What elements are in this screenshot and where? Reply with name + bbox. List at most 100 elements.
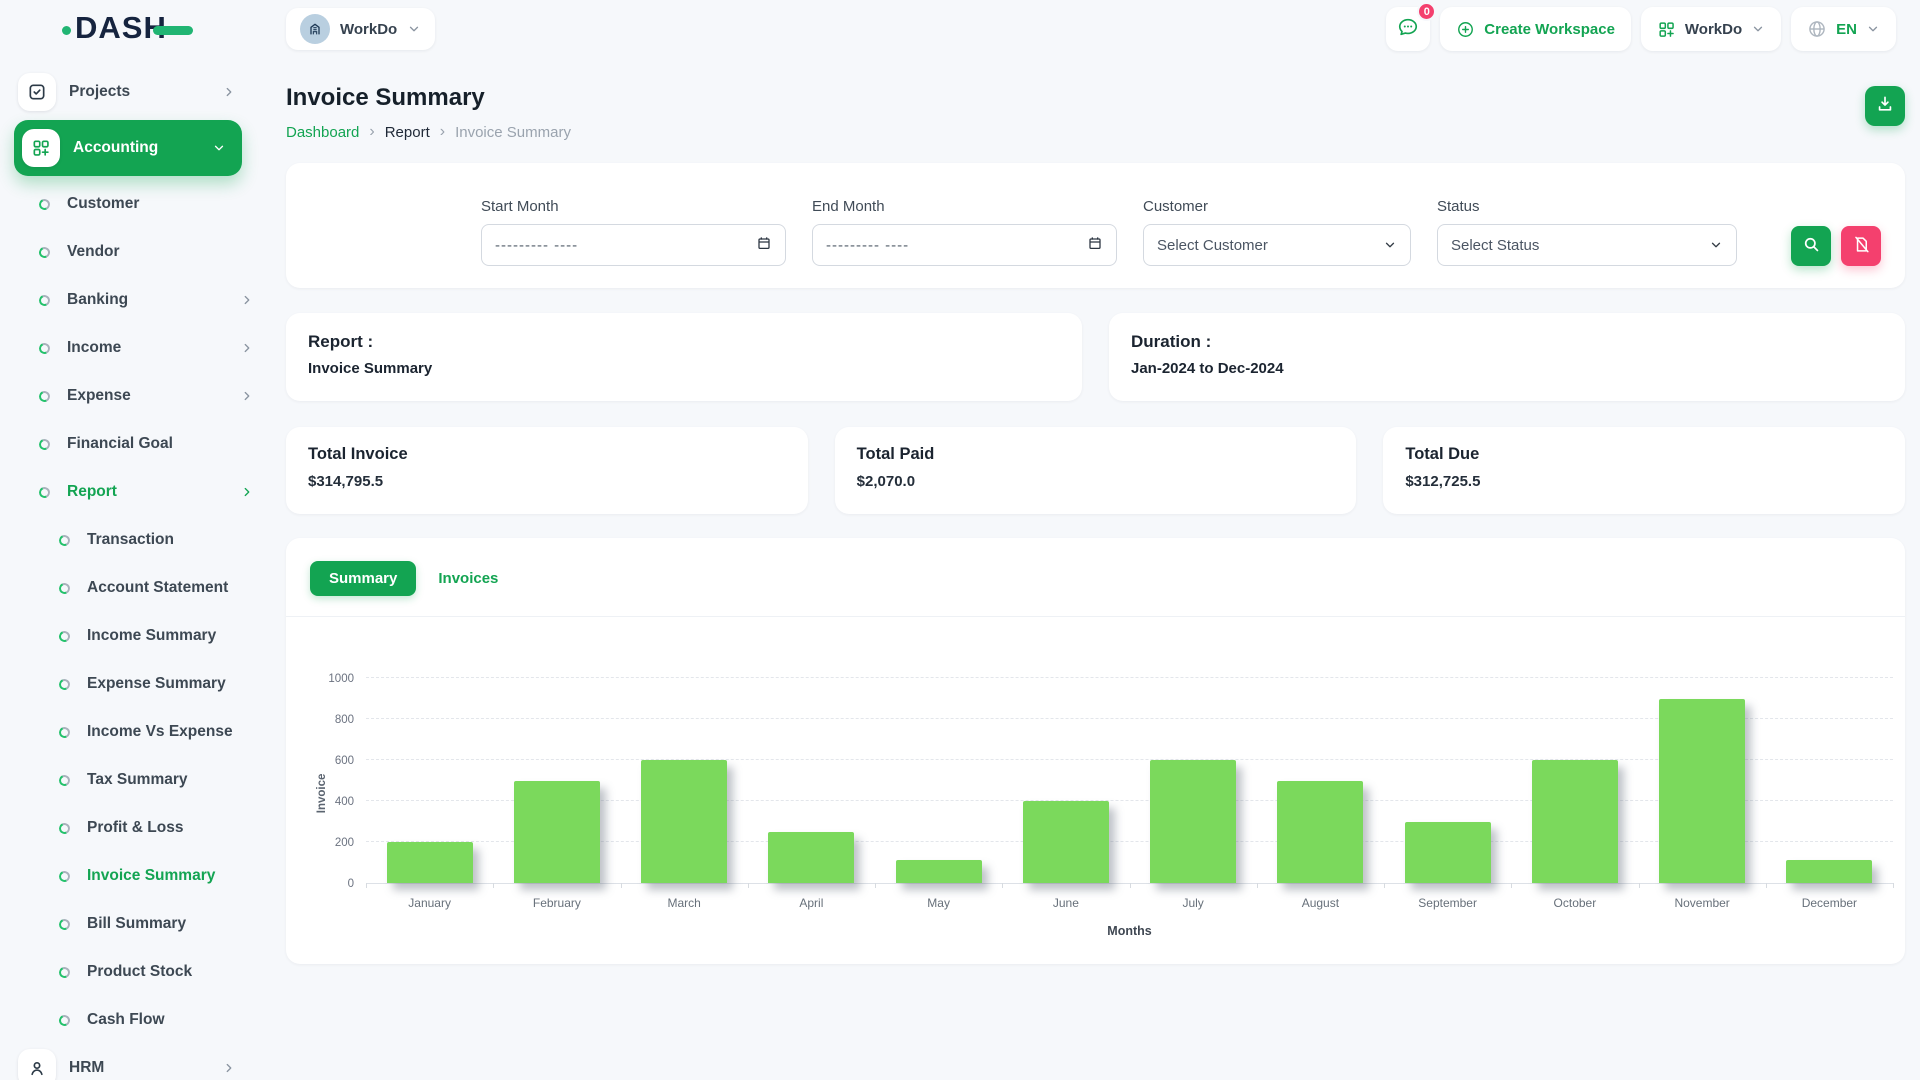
bullet-icon [57,917,71,931]
sidebar-item-report[interactable]: Report [0,468,260,516]
sidebar-item-label: Income Summary [87,627,216,645]
tabs: Summary Invoices [286,538,1905,617]
bar-cell [875,679,1002,883]
sidebar-item-projects[interactable]: Projects [12,68,248,116]
end-month-input[interactable]: --------- ---- [812,224,1117,266]
sidebar-item-cash-flow[interactable]: Cash Flow [0,996,260,1044]
breadcrumb-item-dashboard[interactable]: Dashboard [286,124,359,141]
sidebar-item-account-statement[interactable]: Account Statement [0,564,260,612]
total-label: Total Due [1405,445,1883,464]
totals-row: Total Invoice$314,795.5Total Paid$2,070.… [286,427,1905,514]
x-axis-tick [1766,883,1767,888]
create-workspace-button[interactable]: Create Workspace [1440,7,1631,51]
grid-plus-icon [22,129,60,167]
duration-card: Duration : Jan-2024 to Dec-2024 [1109,313,1905,401]
sidebar-item-income[interactable]: Income [0,324,260,372]
bullet-icon [57,773,71,787]
download-button[interactable] [1865,86,1905,126]
total-value: $314,795.5 [308,473,786,490]
x-axis-tick [875,883,876,888]
sidebar-item-banking[interactable]: Banking [0,276,260,324]
x-axis-tick [1384,883,1385,888]
workdo-menu-button[interactable]: WorkDo [1641,7,1781,51]
sidebar-item-accounting[interactable]: Accounting [14,120,242,176]
dash-logo: DASH [62,12,193,43]
workspace-selector[interactable]: WorkDo [286,8,435,50]
logo-dash [153,26,193,35]
duration-card-title: Duration : [1131,332,1883,352]
sidebar-item-product-stock[interactable]: Product Stock [0,948,260,996]
bullet-icon [37,245,51,259]
create-workspace-label: Create Workspace [1484,21,1615,38]
bar-march [641,760,727,883]
bullet-icon [37,437,51,451]
sidebar-item-customer[interactable]: Customer [0,180,260,228]
start-month-value: --------- ---- [495,237,578,254]
search-button[interactable] [1791,226,1831,266]
chevron-right-icon [240,293,254,307]
customer-label: Customer [1143,198,1411,215]
sidebar-item-financial-goal[interactable]: Financial Goal [0,420,260,468]
totals-card-total-due: Total Due$312,725.5 [1383,427,1905,514]
chart-plot: 02004006008001000 [366,679,1893,884]
chat-icon [1397,16,1419,43]
status-select-value: Select Status [1451,237,1539,254]
tab-summary[interactable]: Summary [310,561,416,596]
sidebar-item-expense-summary[interactable]: Expense Summary [0,660,260,708]
sidebar-item-label: HRM [69,1059,104,1077]
tab-invoices[interactable]: Invoices [436,561,500,596]
sidebar-item-label: Customer [67,195,139,213]
x-axis-tick [1511,883,1512,888]
sidebar-item-profit-loss[interactable]: Profit & Loss [0,804,260,852]
x-tick-label-february: February [493,896,620,910]
sidebar-item-hrm[interactable]: HRM [12,1044,248,1080]
sidebar-item-tax-summary[interactable]: Tax Summary [0,756,260,804]
sidebar-item-bill-summary[interactable]: Bill Summary [0,900,260,948]
workspace-name: WorkDo [340,21,397,38]
duration-card-value: Jan-2024 to Dec-2024 [1131,360,1883,377]
workspace-avatar [300,14,330,44]
sidebar-item-transaction[interactable]: Transaction [0,516,260,564]
customer-select[interactable]: Select Customer [1143,224,1411,266]
totals-card-total-paid: Total Paid$2,070.0 [835,427,1357,514]
messages-button[interactable]: 0 [1386,7,1430,51]
x-tick-label-may: May [875,896,1002,910]
language-selector[interactable]: EN [1791,7,1896,51]
bullet-icon [57,677,71,691]
reset-filter-button[interactable] [1841,226,1881,266]
x-axis-tick [1893,883,1894,888]
x-tick-label-june: June [1002,896,1129,910]
breadcrumb-item-report[interactable]: Report [385,124,430,141]
sidebar-item-label: Expense [67,387,131,405]
sidebar-item-label: Product Stock [87,963,192,981]
bar-september [1405,822,1491,884]
sidebar-item-income-vs-expense[interactable]: Income Vs Expense [0,708,260,756]
sidebar-item-expense[interactable]: Expense [0,372,260,420]
bar-cell [1384,679,1511,883]
main-content: Invoice Summary Dashboard›Report›Invoice… [260,58,1920,1080]
sidebar-item-vendor[interactable]: Vendor [0,228,260,276]
sidebar-item-label: Transaction [87,531,174,549]
bullet-icon [57,1013,71,1027]
customer-field: Customer Select Customer [1143,198,1411,266]
bar-october [1532,760,1618,883]
x-axis-tick [1257,883,1258,888]
end-month-field: End Month --------- ---- [812,198,1117,266]
status-label: Status [1437,198,1737,215]
sidebar-item-invoice-summary[interactable]: Invoice Summary [0,852,260,900]
bar-cell [1257,679,1384,883]
building-icon [307,21,323,37]
chevron-down-icon [212,141,226,155]
app: DASH WorkDo 0 Create Workspace [0,0,1920,1080]
x-tick-label-july: July [1130,896,1257,910]
sidebar-item-label: Account Statement [87,579,228,597]
sidebar-item-income-summary[interactable]: Income Summary [0,612,260,660]
report-card: Report : Invoice Summary [286,313,1082,401]
bar-cell [1130,679,1257,883]
grid-plus-icon [1657,20,1676,39]
status-field: Status Select Status [1437,198,1737,266]
report-card-value: Invoice Summary [308,360,1060,377]
status-select[interactable]: Select Status [1437,224,1737,266]
bullet-icon [37,485,51,499]
start-month-input[interactable]: --------- ---- [481,224,786,266]
